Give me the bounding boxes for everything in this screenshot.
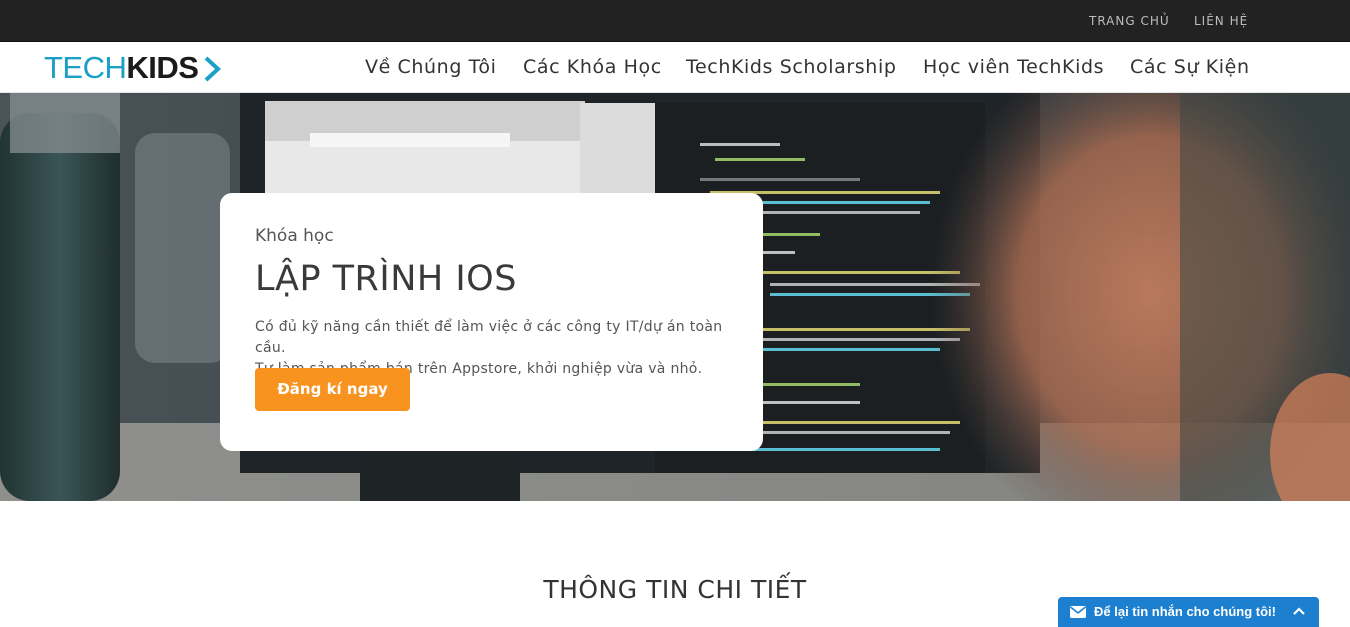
nav-item-scholarship[interactable]: TechKids Scholarship <box>686 56 896 78</box>
register-now-button[interactable]: Đăng kí ngay <box>255 368 410 411</box>
chevron-right-icon <box>204 56 221 82</box>
topbar-link-contact[interactable]: LIÊN HỆ <box>1194 14 1248 28</box>
chevron-up-icon[interactable] <box>1292 606 1306 616</box>
logo-text-tech: TECH <box>44 50 127 85</box>
nav-item-students[interactable]: Học viên TechKids <box>923 56 1104 78</box>
course-kicker: Khóa học <box>255 226 334 246</box>
nav-item-about-us[interactable]: Về Chúng Tôi <box>365 56 496 78</box>
course-description-line-1: Có đủ kỹ năng cần thiết để làm việc ở cá… <box>255 319 723 356</box>
nav-item-events[interactable]: Các Sự Kiện <box>1130 56 1250 78</box>
course-card: Khóa học LẬP TRÌNH IOS Có đủ kỹ năng cần… <box>220 193 763 451</box>
top-utility-bar: TRANG CHỦ LIÊN HỆ <box>0 0 1350 42</box>
hero-banner: Khóa học LẬP TRÌNH IOS Có đủ kỹ năng cần… <box>0 93 1350 501</box>
chat-widget[interactable]: Để lại tin nhắn cho chúng tôi! <box>1058 597 1319 627</box>
envelope-icon <box>1070 606 1086 618</box>
logo-text-kids: KIDS <box>126 50 199 85</box>
nav-item-courses[interactable]: Các Khóa Học <box>523 56 662 78</box>
chat-widget-label: Để lại tin nhắn cho chúng tôi! <box>1094 604 1276 619</box>
course-title: LẬP TRÌNH IOS <box>255 259 517 299</box>
topbar-link-home[interactable]: TRANG CHỦ <box>1089 14 1170 28</box>
techkids-logo[interactable]: TECHKIDS <box>44 50 221 85</box>
main-navigation: TECHKIDS Về Chúng Tôi Các Khóa Học TechK… <box>0 42 1350 93</box>
